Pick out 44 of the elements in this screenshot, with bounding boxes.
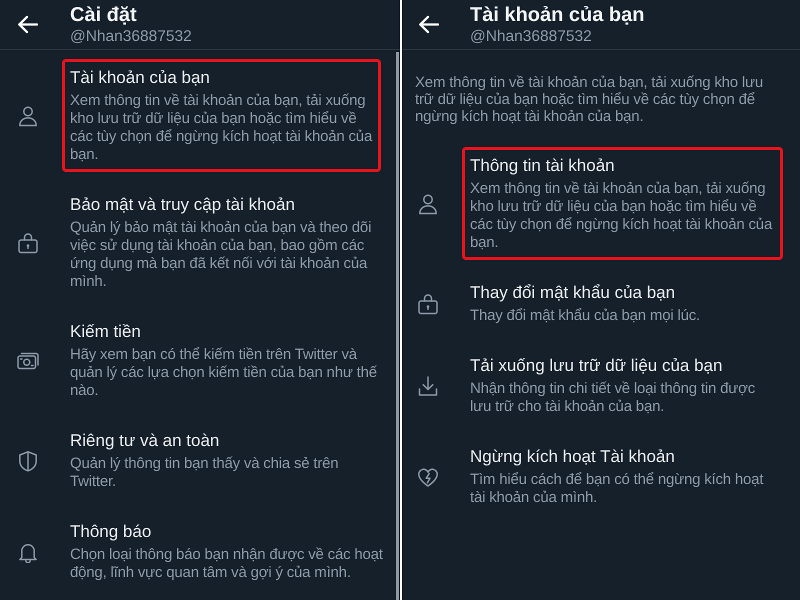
download-icon <box>417 374 439 396</box>
padlock-icon <box>17 232 39 254</box>
settings-item[interactable]: Thay đổi mật khẩu của bạn Thay đổi mật khẩu của bạn mọi lúc. <box>402 267 800 340</box>
shield-icon <box>17 450 39 472</box>
settings-item[interactable]: Thông tin tài khoản Xem thông tin về tài khoản của bạn, tải xuống kho lưu trữ dữ liệu của bạn hoặc tìm hiểu về các tùy chọn để ngừng kích hoạt tài khoản của bạn. <box>402 140 800 267</box>
item-description: Xem thông tin về tài khoản của bạn, tải xuống kho lưu trữ dữ liệu của bạn hoặc tìm hiểu về các tùy chọn để ngừng kích hoạt tài khoản của bạn. <box>470 180 774 252</box>
section-description: Xem thông tin về tài khoản của bạn, tải xuống kho lưu trữ dữ liệu của bạn hoặc tìm hiểu về các tùy chọn để ngừng kích hoạt tài khoản của bạn. <box>414 73 764 127</box>
item-title: Tải xuống lưu trữ dữ liệu của bạn <box>470 355 724 377</box>
padlock-icon <box>417 292 439 314</box>
item-description: Hãy xem bạn có thể kiếm tiền trên Twitter và quản lý các lựa chọn kiếm tiền của bạn như thế nào. <box>70 346 378 400</box>
person-icon <box>417 192 439 214</box>
item-title: Ngừng kích hoạt Tài khoản <box>470 446 676 468</box>
broken-heart-icon <box>417 466 439 488</box>
item-title: Thông tin tài khoản <box>470 155 616 177</box>
item-description: Tìm hiểu cách để bạn có thể ngừng kích hoạt tài khoản của mình. <box>470 471 764 507</box>
back-button[interactable] <box>17 15 38 34</box>
item-title: Riêng tư và an toàn <box>70 430 220 452</box>
person-icon <box>17 104 39 126</box>
screen-title: Tài khoản của bạn <box>470 3 644 27</box>
item-description: Nhận thông tin chi tiết về loại thông tin được lưu trữ cho tài khoản của bạn. <box>470 380 756 416</box>
screen-title: Cài đặt <box>70 3 138 27</box>
username: @Nhan36887532 <box>70 27 192 46</box>
back-arrow-icon <box>17 15 38 34</box>
settings-item[interactable]: Ngừng kích hoạt Tài khoản Tìm hiểu cách để bạn có thể ngừng kích hoạt tài khoản của mình. <box>402 431 800 522</box>
item-description: Xem thông tin về tài khoản của bạn, tải xuống kho lưu trữ dữ liệu của bạn hoặc tìm hiểu về các tùy chọn để ngừng kích hoạt tài khoản của bạn. <box>70 92 374 164</box>
settings-item[interactable]: Bảo mật và truy cập tài khoản Quản lý bảo mật tài khoản của bạn và theo dõi việc sử dụng tài khoản của bạn, bao gồm các ứng dụng mà bạn đã kết nối với tài khoản của mình. <box>0 179 396 306</box>
item-title: Thông báo <box>70 521 152 543</box>
settings-item[interactable]: Riêng tư và an toàn Quản lý thông tin bạn thấy và chia sẻ trên Twitter. <box>0 415 396 506</box>
item-description: Quản lý bảo mật tài khoản của bạn và theo dõi việc sử dụng tài khoản của bạn, bao gồm các ứng dụng mà bạn đã kết nối với tài khoản của mình. <box>70 219 372 291</box>
back-arrow-icon <box>418 15 439 34</box>
item-description: Thay đổi mật khẩu của bạn mọi lúc. <box>470 307 701 325</box>
item-title: Bảo mật và truy cập tài khoản <box>70 194 296 216</box>
settings-item[interactable]: Kiếm tiền Hãy xem bạn có thể kiếm tiền trên Twitter và quản lý các lựa chọn kiếm tiền của bạn như thế nào. <box>0 306 396 415</box>
back-button[interactable] <box>418 15 439 34</box>
item-description: Chọn loại thông báo bạn nhận được về các hoạt động, lĩnh vực quan tâm và gợi ý của mình. <box>70 546 384 582</box>
scrollbar[interactable] <box>396 52 399 600</box>
settings-item[interactable]: Tải xuống lưu trữ dữ liệu của bạn Nhận thông tin chi tiết về loại thông tin được lưu trữ cho tài khoản của bạn. <box>402 340 800 431</box>
item-title: Kiếm tiền <box>70 321 142 343</box>
item-title: Thay đổi mật khẩu của bạn <box>470 282 676 304</box>
item-description: Quản lý thông tin bạn thấy và chia sẻ trên Twitter. <box>70 455 340 491</box>
item-title: Tài khoản của bạn <box>70 67 211 89</box>
settings-item[interactable]: Tài khoản của bạn Xem thông tin về tài khoản của bạn, tải xuống kho lưu trữ dữ liệu của bạn hoặc tìm hiểu về các tùy chọn để ngừng kích hoạt tài khoản của bạn. <box>0 52 396 179</box>
username: @Nhan36887532 <box>470 27 593 46</box>
settings-item[interactable]: Thông báo Chọn loại thông báo bạn nhận được về các hoạt động, lĩnh vực quan tâm và gợi ý của mình. <box>0 506 396 597</box>
